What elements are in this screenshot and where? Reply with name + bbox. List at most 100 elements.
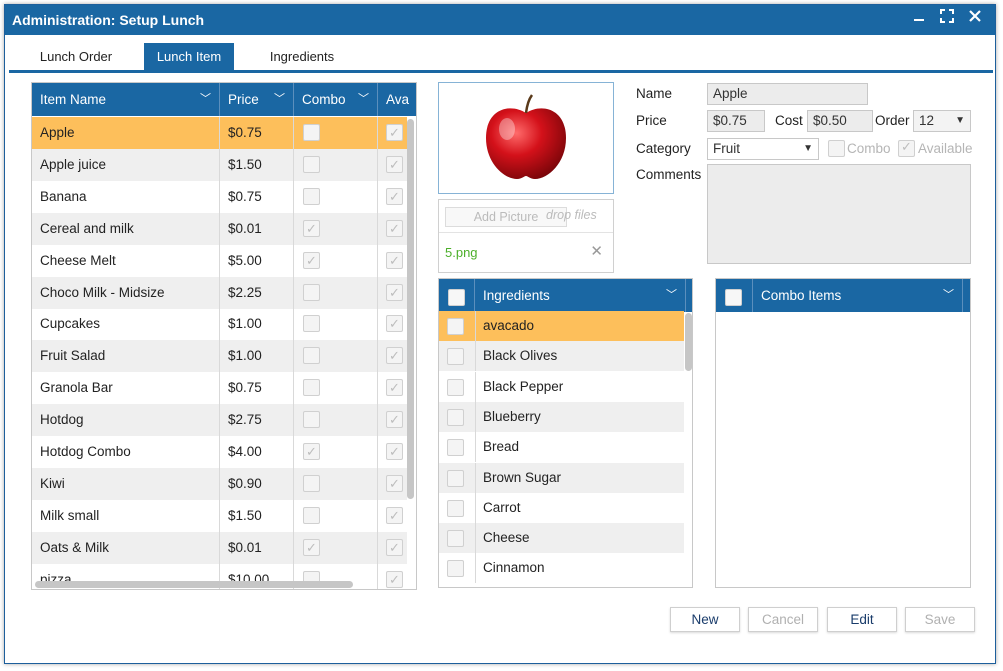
table-row[interactable]: Hotdog $2.75 — [32, 404, 407, 437]
close-icon[interactable]: ✕ — [590, 242, 603, 260]
items-horizontal-scrollbar[interactable] — [35, 581, 353, 588]
ingredient-checkbox[interactable] — [447, 348, 464, 366]
chevron-down-icon[interactable]: ﹀ — [943, 279, 954, 312]
combo-checkbox[interactable] — [303, 347, 320, 365]
combo-checkbox[interactable] — [303, 379, 320, 397]
ingredient-checkbox[interactable] — [447, 439, 464, 457]
available-checkbox[interactable] — [386, 564, 403, 589]
chevron-down-icon[interactable]: ﹀ — [666, 279, 677, 312]
minimize-icon[interactable] — [909, 9, 929, 29]
col-combo-items[interactable]: Combo Items ﹀ — [753, 279, 963, 312]
combo-checkbox[interactable] — [303, 506, 320, 524]
ingredient-checkbox[interactable] — [447, 318, 464, 335]
combo-checkbox[interactable] — [303, 436, 320, 468]
picture-upload[interactable]: Add Picture drop files 5.png ✕ — [438, 199, 614, 273]
table-row[interactable]: Cheese Melt $5.00 — [32, 244, 407, 277]
available-checkbox[interactable] — [386, 372, 403, 404]
available-checkbox[interactable] — [386, 500, 403, 532]
chevron-down-icon[interactable]: ﹀ — [200, 83, 211, 116]
available-checkbox[interactable] — [386, 149, 403, 181]
table-row[interactable]: Choco Milk - Midsize $2.25 — [32, 276, 407, 309]
combo-checkbox[interactable] — [303, 245, 320, 277]
save-button[interactable]: Save — [905, 607, 975, 632]
list-item[interactable]: Cheese — [439, 523, 684, 554]
maximize-icon[interactable] — [937, 9, 957, 29]
list-item[interactable]: Black Pepper — [439, 371, 684, 402]
ingredient-checkbox[interactable] — [447, 560, 464, 578]
table-row[interactable]: Oats & Milk $0.01 — [32, 531, 407, 564]
table-row[interactable]: Granola Bar $0.75 — [32, 372, 407, 405]
list-item[interactable]: Brown Sugar — [439, 462, 684, 493]
dropdown-arrow-icon[interactable]: ▼ — [803, 139, 813, 159]
col-item-name[interactable]: Item Name ﹀ — [32, 83, 220, 116]
available-checkbox[interactable] — [898, 139, 915, 157]
cost-field[interactable]: $0.50 — [807, 110, 873, 132]
table-row[interactable]: Banana $0.75 — [32, 180, 407, 213]
available-checkbox[interactable] — [386, 532, 403, 564]
tab-lunch-item[interactable]: Lunch Item — [144, 43, 234, 71]
available-checkbox[interactable] — [386, 277, 403, 309]
category-select[interactable]: Fruit ▼ — [707, 138, 819, 160]
ingredients-vertical-scrollbar[interactable] — [685, 313, 692, 371]
combo-checkbox[interactable] — [303, 124, 320, 141]
combo-checkbox[interactable] — [303, 213, 320, 245]
available-checkbox[interactable] — [386, 468, 403, 500]
col-combo[interactable]: Combo ﹀ — [294, 83, 378, 116]
title-bar[interactable]: Administration: Setup Lunch — [5, 5, 995, 35]
available-checkbox[interactable] — [386, 340, 403, 372]
list-item[interactable]: Blueberry — [439, 401, 684, 432]
items-vertical-scrollbar[interactable] — [407, 119, 414, 499]
col-ingredients[interactable]: Ingredients ﹀ — [475, 279, 686, 312]
tab-lunch-order[interactable]: Lunch Order — [21, 43, 131, 71]
col-available[interactable]: Ava — [378, 83, 416, 116]
dropdown-arrow-icon[interactable]: ▼ — [955, 111, 965, 131]
list-item[interactable]: Bread — [439, 432, 684, 463]
available-checkbox[interactable] — [386, 117, 403, 149]
available-checkbox[interactable] — [386, 213, 403, 245]
table-row[interactable]: Apple juice $1.50 — [32, 148, 407, 181]
table-row[interactable]: Cereal and milk $0.01 — [32, 212, 407, 245]
price-field[interactable]: $0.75 — [707, 110, 765, 132]
select-all-checkbox[interactable] — [725, 289, 742, 306]
col-price[interactable]: Price ﹀ — [220, 83, 294, 116]
list-item[interactable]: avacado — [439, 311, 684, 341]
edit-button[interactable]: Edit — [827, 607, 897, 632]
available-checkbox[interactable] — [386, 436, 403, 468]
combo-checkbox[interactable] — [303, 411, 320, 429]
list-item[interactable]: Carrot — [439, 492, 684, 523]
list-item[interactable]: Black Olives — [439, 341, 684, 372]
new-button[interactable]: New — [670, 607, 740, 632]
available-checkbox[interactable] — [386, 181, 403, 213]
table-row[interactable]: Hotdog Combo $4.00 — [32, 436, 407, 468]
combo-checkbox[interactable] — [303, 474, 320, 492]
table-row[interactable]: Fruit Salad $1.00 — [32, 340, 407, 373]
order-select[interactable]: 12 ▼ — [913, 110, 971, 132]
cancel-button[interactable]: Cancel — [748, 607, 818, 632]
combo-checkbox[interactable] — [303, 187, 320, 205]
chevron-down-icon[interactable]: ﹀ — [274, 83, 285, 116]
combo-checkbox[interactable] — [303, 315, 320, 333]
ingredient-checkbox[interactable] — [447, 378, 464, 396]
combo-checkbox[interactable] — [828, 140, 845, 157]
table-row[interactable]: Apple $0.75 — [32, 117, 407, 149]
ingredient-checkbox[interactable] — [447, 408, 464, 426]
table-row[interactable]: Kiwi $0.90 — [32, 467, 407, 500]
ingredient-checkbox[interactable] — [447, 530, 464, 548]
combo-checkbox[interactable] — [303, 155, 320, 173]
ingredient-checkbox[interactable] — [447, 499, 464, 517]
combo-checkbox[interactable] — [303, 532, 320, 564]
list-item[interactable]: Cinnamon — [439, 553, 684, 584]
available-checkbox[interactable] — [386, 404, 403, 436]
chevron-down-icon[interactable]: ﹀ — [358, 83, 369, 116]
name-field[interactable]: Apple — [707, 83, 868, 105]
combo-checkbox[interactable] — [303, 283, 320, 301]
table-row[interactable]: Milk small $1.50 — [32, 499, 407, 532]
table-row[interactable]: Cupcakes $1.00 — [32, 308, 407, 341]
tab-ingredients[interactable]: Ingredients — [247, 43, 357, 71]
ingredient-checkbox[interactable] — [447, 469, 464, 487]
close-icon[interactable] — [965, 9, 985, 29]
select-all-checkbox[interactable] — [448, 289, 465, 306]
available-checkbox[interactable] — [386, 308, 403, 340]
available-checkbox[interactable] — [386, 245, 403, 277]
comments-field[interactable] — [707, 164, 971, 264]
